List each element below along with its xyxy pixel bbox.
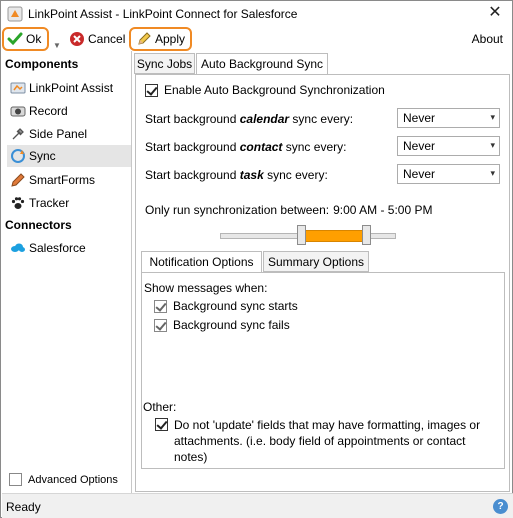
enable-auto-sync-row[interactable]: Enable Auto Background Synchronization (145, 83, 385, 97)
sync-fails-checkbox[interactable] (154, 318, 167, 332)
sidebar-item-label: Record (29, 104, 68, 118)
advanced-options-toggle[interactable]: Advanced Options (2, 466, 132, 493)
enable-auto-sync-checkbox[interactable] (145, 83, 158, 97)
help-icon[interactable]: ? (493, 499, 508, 514)
sync-starts-row[interactable]: Background sync starts (154, 299, 298, 313)
enable-auto-sync-label: Enable Auto Background Synchronization (164, 83, 385, 97)
status-bar: Ready ? (2, 493, 513, 518)
sync-fails-row[interactable]: Background sync fails (154, 318, 290, 332)
tab-sync-jobs[interactable]: Sync Jobs (134, 53, 195, 74)
apply-button[interactable]: Apply (129, 27, 192, 51)
no-update-checkbox[interactable] (155, 418, 168, 431)
sync-fails-label: Background sync fails (173, 318, 290, 332)
slider-start-handle[interactable] (297, 225, 306, 245)
tab-auto-background-sync[interactable]: Auto Background Sync (196, 53, 328, 75)
tab-summary-options[interactable]: Summary Options (263, 251, 369, 272)
no-update-row[interactable]: Do not 'update' fields that may have for… (155, 417, 500, 465)
contact-sync-prefix: Start background (145, 140, 240, 154)
sidebar-item-smartforms[interactable]: SmartForms (10, 169, 130, 191)
task-sync-prefix: Start background (145, 168, 240, 182)
contact-sync-suffix: sync every: (282, 140, 347, 154)
advanced-options-label: Advanced Options (28, 473, 118, 486)
components-header: Components (5, 57, 79, 71)
sync-starts-label: Background sync starts (173, 299, 298, 313)
sidebar-item-label: LinkPoint Assist (29, 81, 114, 95)
tab-notification-options[interactable]: Notification Options (141, 251, 262, 273)
checkmark-icon (7, 32, 23, 46)
contact-sync-keyword: contact (239, 140, 283, 154)
sidebar-item-label: Tracker (29, 196, 70, 210)
contact-sync-value: Never (403, 139, 436, 153)
sidebar-item-label: Side Panel (29, 127, 88, 141)
other-label: Other: (143, 400, 177, 414)
calendar-sync-label: Start background calendar sync every: (145, 112, 353, 126)
calendar-sync-select[interactable]: Never ▾ (397, 108, 500, 128)
chevron-down-icon: ▾ (490, 112, 495, 122)
task-sync-label: Start background task sync every: (145, 168, 328, 182)
task-sync-select[interactable]: Never ▾ (397, 164, 500, 184)
calendar-sync-suffix: sync every: (289, 112, 354, 126)
no-update-label: Do not 'update' fields that may have for… (174, 418, 481, 464)
calendar-sync-value: Never (403, 111, 436, 125)
advanced-options-checkbox[interactable] (9, 473, 22, 486)
sidebar-item-tracker[interactable]: Tracker (10, 192, 130, 214)
sync-window-range (305, 230, 363, 242)
sync-window-value: 9:00 AM - 5:00 PM (333, 203, 433, 217)
connectors-header: Connectors (5, 218, 72, 232)
ok-button[interactable]: Ok (2, 27, 49, 51)
window-title: LinkPoint Assist - LinkPoint Connect for… (28, 7, 298, 21)
sidebar-item-salesforce[interactable]: Salesforce (10, 237, 130, 259)
apply-label: Apply (155, 32, 186, 46)
pencil-icon (138, 32, 151, 45)
task-sync-value: Never (403, 167, 436, 181)
record-icon (10, 106, 26, 117)
sidebar-item-label: Sync (29, 149, 56, 163)
title-bar: LinkPoint Assist - LinkPoint Connect for… (1, 1, 512, 27)
sync-window-row: Only run synchronization between: 9:00 A… (145, 203, 433, 217)
contact-sync-label: Start background contact sync every: (145, 140, 346, 154)
salesforce-cloud-icon (11, 243, 25, 252)
slider-end-handle[interactable] (362, 225, 371, 245)
sidebar-item-side-panel[interactable]: Side Panel (10, 123, 130, 145)
sync-window-label: Only run synchronization between: (145, 203, 330, 217)
sync-starts-checkbox[interactable] (154, 299, 167, 313)
paw-icon (11, 197, 25, 209)
chevron-down-icon: ▾ (490, 140, 495, 150)
sync-icon (11, 149, 25, 163)
linkpoint-icon (10, 82, 26, 94)
app-window: LinkPoint Assist - LinkPoint Connect for… (0, 0, 513, 518)
show-messages-label: Show messages when: (144, 281, 268, 295)
calendar-sync-keyword: calendar (239, 112, 290, 126)
sidebar-item-linkpoint-assist[interactable]: LinkPoint Assist (10, 77, 130, 99)
cancel-icon (70, 32, 84, 46)
task-sync-keyword: task (239, 168, 264, 182)
sidebar-item-record[interactable]: Record (10, 100, 130, 122)
cancel-button[interactable]: Cancel (69, 27, 127, 51)
contact-sync-select[interactable]: Never ▾ (397, 136, 500, 156)
sidebar-item-label: SmartForms (29, 173, 95, 187)
about-button[interactable]: About (472, 27, 503, 51)
pencil-icon (11, 173, 25, 187)
ok-label: Ok (26, 32, 42, 46)
side-panel-icon (12, 128, 24, 140)
toolbar: Ok ▼ Cancel Apply About (1, 27, 512, 51)
sidebar-item-label: Salesforce (29, 241, 86, 255)
task-sync-suffix: sync every: (263, 168, 328, 182)
linkpoint-app-icon (7, 6, 23, 22)
status-text: Ready (6, 500, 41, 514)
cancel-label: Cancel (88, 32, 126, 46)
close-icon[interactable]: ✕ (486, 4, 504, 22)
sidebar: Components LinkPoint Assist Record Side … (2, 51, 132, 466)
auto-sync-panel: Enable Auto Background Synchronization S… (135, 74, 510, 492)
calendar-sync-prefix: Start background (145, 112, 240, 126)
sidebar-item-sync[interactable]: Sync (7, 145, 131, 167)
chevron-down-icon: ▾ (490, 168, 495, 178)
